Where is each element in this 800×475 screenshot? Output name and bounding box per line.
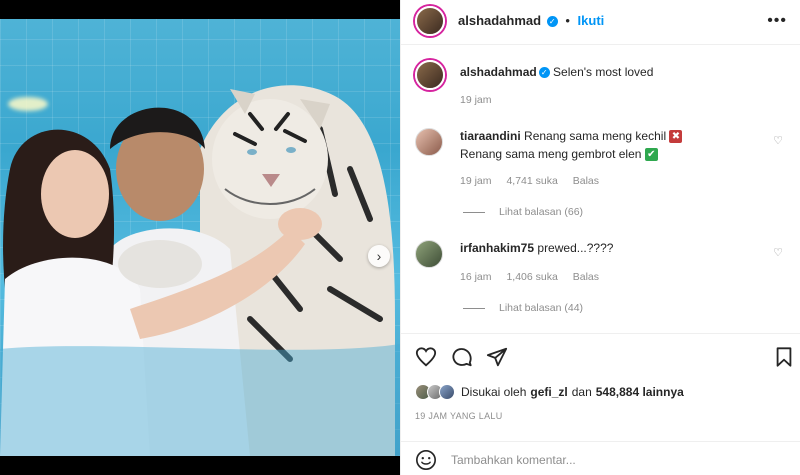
reply-button[interactable]: Balas [573,271,599,283]
comment-like-heart-icon[interactable]: ♡ [773,246,783,259]
comment-icon[interactable] [451,346,473,368]
liker-username[interactable]: gefi_zl [530,385,567,399]
post-header: alshadahmad ✓ • Ikuti ••• [401,0,800,45]
post-side-panel: alshadahmad ✓ • Ikuti ••• alshadahmad ✓ S… [400,0,800,475]
commenter-username[interactable]: tiaraandini [460,129,521,143]
caption-avatar[interactable] [415,60,445,90]
author-avatar[interactable] [415,6,445,36]
reply-button[interactable]: Balas [573,175,599,187]
bookmark-icon[interactable] [773,346,795,368]
photo-subjects [0,85,400,456]
comment-body: prewed...???? [537,241,614,255]
caption-text: alshadahmad ✓ Selen's most loved [460,63,780,81]
media-letterbox-bottom [0,456,400,475]
add-comment-bar [401,441,800,475]
post-timestamp: 19 JAM YANG LALU [415,411,503,421]
likes-middle: dan [571,385,592,399]
media-letterbox-top [0,0,400,19]
replies-line [463,307,485,309]
caption-username[interactable]: alshadahmad [460,65,537,79]
comment-meta: 16 jam 1,406 suka Balas [460,271,611,283]
commenter-avatar[interactable] [415,240,443,268]
comment-text: irfanhakim75 prewed...???? [460,239,780,257]
follow-button[interactable]: Ikuti [578,13,605,28]
cross-mark-icon: ✖ [669,130,683,144]
liker-avatars [415,384,455,400]
comment-time: 16 jam [460,271,492,283]
comment-likes[interactable]: 1,406 suka [506,271,557,283]
check-mark-icon: ✔ [644,148,658,162]
add-comment-input[interactable] [451,450,731,470]
view-replies-button[interactable]: Lihat balasan (66) [463,206,583,218]
comment-text: tiaraandini Renang sama meng kechil ✖ Re… [460,127,780,163]
heart-icon[interactable] [415,346,437,368]
view-replies-label[interactable]: Lihat balasan (66) [499,206,583,218]
commenter-avatar[interactable] [415,128,443,156]
verified-badge-icon: ✓ [538,67,550,79]
comment-likes[interactable]: 4,741 suka [506,175,557,187]
comment-time: 19 jam [460,175,492,187]
likes-prefix: Disukai oleh [461,385,527,399]
post-image[interactable]: › [0,19,400,456]
separator: • [565,13,570,28]
carousel-next-button[interactable]: › [368,245,390,267]
commenter-username[interactable]: irfanhakim75 [460,241,534,255]
caption-body: Selen's most loved [553,65,654,79]
replies-line [463,211,485,213]
likes-count[interactable]: 548,884 lainnya [596,385,684,399]
verified-badge-icon: ✓ [546,16,558,28]
view-replies-button[interactable]: Lihat balasan (44) [463,302,583,314]
comment-line-1: Renang sama meng kechil [524,129,667,143]
paper-plane-icon[interactable] [486,346,508,368]
smiley-icon[interactable] [415,449,437,471]
post-actions: Disukai oleh gefi_zl dan 548,884 lainnya… [401,333,800,475]
author-username[interactable]: alshadahmad [458,13,541,28]
author-row: alshadahmad ✓ • Ikuti [458,13,604,28]
likes-summary: Disukai oleh gefi_zl dan 548,884 lainnya [415,384,688,400]
comment-meta: 19 jam 4,741 suka Balas [460,175,611,187]
caption-meta: 19 jam [460,94,504,106]
more-options-icon[interactable]: ••• [767,12,787,30]
comment-like-heart-icon[interactable]: ♡ [773,134,783,147]
liker-avatar [439,384,455,400]
view-replies-label[interactable]: Lihat balasan (44) [499,302,583,314]
caption-time: 19 jam [460,94,492,106]
comment-line-2: Renang sama meng gembrot elen [460,147,642,161]
